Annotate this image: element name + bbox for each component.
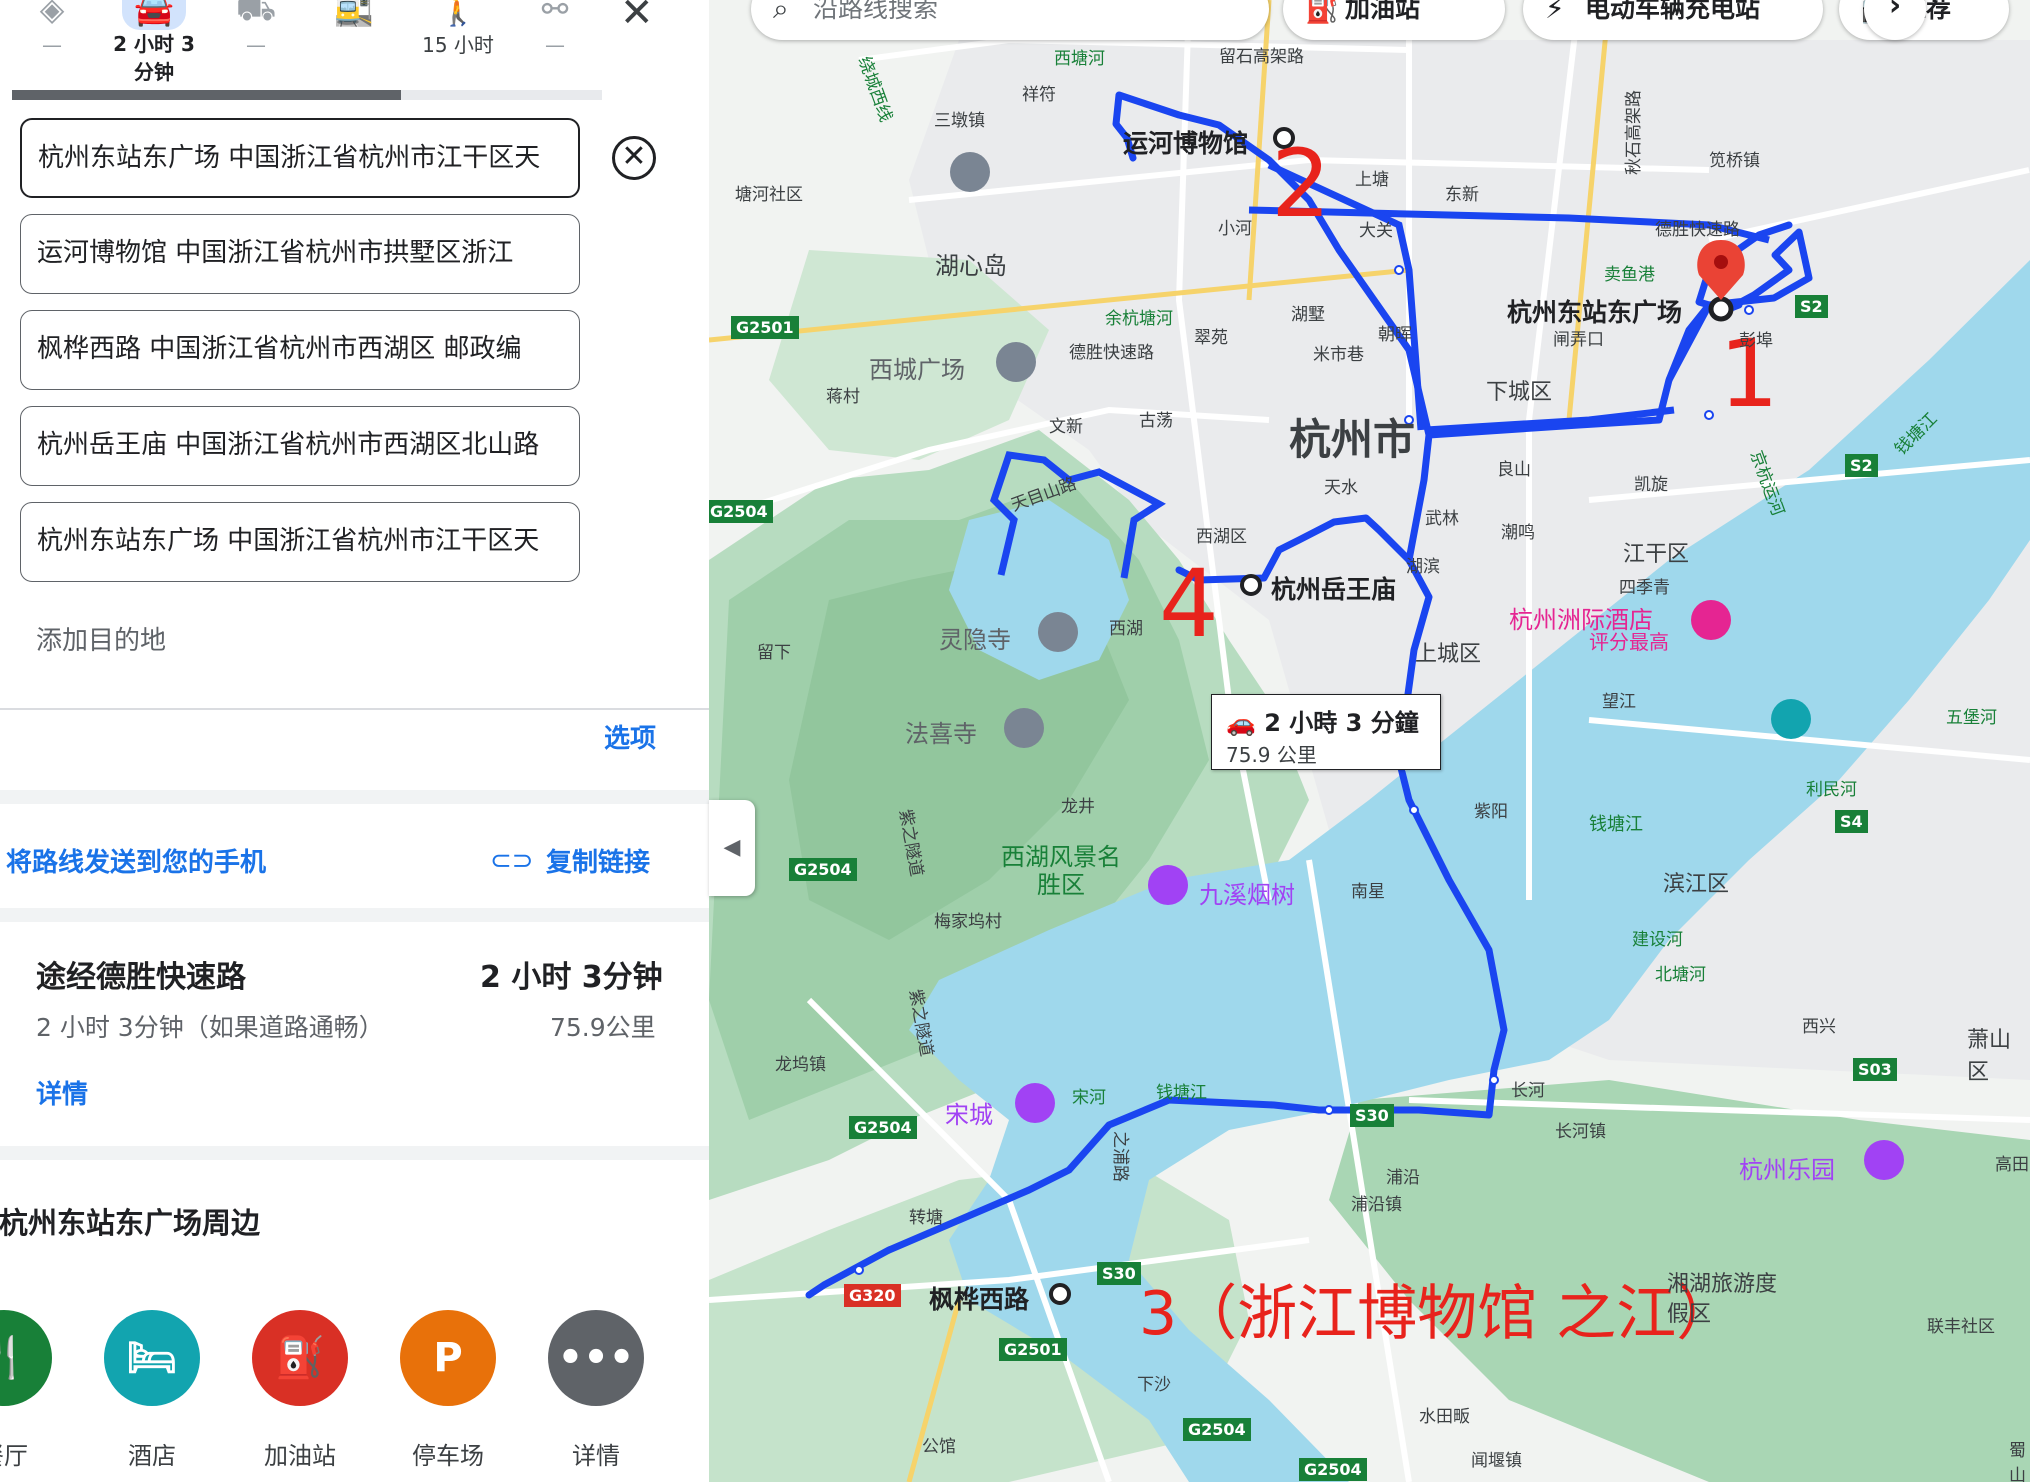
waypoint-input-4[interactable]: 杭州岳王庙 中国浙江省杭州市西湖区北山路 (20, 406, 580, 486)
route-distance: 75.9公里 (550, 1013, 656, 1042)
mode-driving-time: 2 小时 3 分钟 (113, 32, 195, 84)
car-icon: 🚗 (1226, 709, 1256, 737)
gas-station-icon: ⛽ (1305, 0, 1340, 25)
marker-start[interactable] (1708, 296, 1734, 322)
gas-station-button[interactable]: ⛽ (252, 1310, 348, 1406)
mode-walking[interactable]: 🚶 15 小时 (408, 0, 508, 60)
send-to-phone-button[interactable]: 将路线发送到您的手机 (6, 842, 266, 879)
restaurant-button[interactable]: 🍴 (0, 1310, 52, 1406)
route-traffic-note: 2 小时 3分钟（如果道路通畅） (36, 1013, 384, 1042)
section-divider (0, 908, 709, 922)
waypoint-input-3[interactable]: 枫桦西路 中国浙江省杭州市西湖区 邮政编 (20, 310, 580, 390)
waypoint-input-1[interactable]: 杭州东站东广场 中国浙江省杭州市江干区天 (20, 118, 580, 198)
waypoint-input-5[interactable]: 杭州东站东广场 中国浙江省杭州市江干区天 (20, 502, 580, 582)
more-label: 详情 (572, 1442, 620, 1470)
options-button[interactable]: 选项 (604, 718, 656, 755)
add-destination-button[interactable]: 添加目的地 (36, 620, 166, 657)
directions-panel: ◈ — 🚘 2 小时 3 分钟 ⛟ — 🚉 🚶 15 小时 ⚯ — ✕ 杭州东站东… (0, 0, 709, 1482)
marker-waypoint-3[interactable] (1049, 1283, 1071, 1305)
loading-progress-bar (12, 90, 602, 100)
marker-waypoint-4[interactable] (1240, 574, 1262, 596)
more-button[interactable]: ••• (548, 1310, 644, 1406)
section-divider (0, 790, 709, 804)
search-icon: ⌕ (773, 0, 789, 25)
map-view[interactable]: 杭州东站东广场 运河博物馆 枫桦西路 杭州岳王庙 1 2 3（浙江博物馆 之江）… (709, 0, 2030, 1482)
marker-waypoint-2[interactable] (1273, 127, 1295, 149)
copy-link-button[interactable]: 复制链接 (546, 842, 650, 879)
temple-icon[interactable] (1004, 708, 1044, 748)
hotel-icon: 🛏 (126, 1335, 178, 1381)
place-icon[interactable] (996, 342, 1036, 382)
search-along-route-input[interactable]: ⌕ 沿路线搜索 (751, 0, 1269, 40)
walk-icon: 🚶 (438, 0, 478, 28)
bike-icon: ⚯ (541, 0, 569, 28)
waypoint-input-2[interactable]: 运河博物馆 中国浙江省杭州市拱墅区浙江 (20, 214, 580, 294)
parking-button[interactable]: P (400, 1310, 496, 1406)
link-icon[interactable]: ⊂⊃ (490, 846, 534, 876)
nearby-title: 在杭州东站东广场周边 (0, 1206, 261, 1240)
parking-icon: P (433, 1335, 463, 1381)
attraction-icon[interactable] (1864, 1140, 1904, 1180)
ev-charging-icon: ⚡ (1545, 0, 1565, 25)
route-time: 2 小时 3分钟 (480, 960, 663, 995)
temple-icon[interactable] (1038, 612, 1078, 652)
hotel-button[interactable]: 🛏 (104, 1310, 200, 1406)
transit-icon: 🚉 (334, 0, 374, 28)
more-icon: ••• (557, 1335, 635, 1381)
motorcycle-icon: ⛟ (235, 0, 277, 28)
mode-directions[interactable]: ◈ — (22, 0, 82, 60)
directions-icon: ◈ (39, 0, 65, 28)
chip-gas-station[interactable]: ⛽ 加油站 (1283, 0, 1505, 40)
mode-driving[interactable]: 🚘 2 小时 3 分钟 (96, 0, 212, 86)
mode-bike[interactable]: ⚯ — (522, 0, 588, 60)
callout-distance: 75.9 公里 (1226, 743, 1317, 767)
mode-transit[interactable]: 🚉 (324, 0, 384, 30)
route-via-label[interactable]: 途经德胜快速路 (36, 952, 246, 996)
gas-station-icon: ⛽ (275, 1335, 325, 1381)
callout-time: 🚗 2 小時 3 分鐘 (1226, 709, 1419, 737)
parking-label: 停车场 (412, 1442, 484, 1470)
section-divider (0, 1146, 709, 1160)
chevron-left-icon: ◀ (723, 835, 741, 860)
restaurant-label: 餐厅 (0, 1442, 28, 1470)
chip-ev-charging[interactable]: ⚡ 电动车辆充电站 (1523, 0, 1823, 40)
close-icon[interactable]: ✕ (620, 0, 654, 36)
gas-station-label: 加油站 (264, 1442, 336, 1470)
route-details-link[interactable]: 详情 (36, 1074, 88, 1111)
route-info-callout[interactable]: 🚗 2 小時 3 分鐘 75.9 公里 (1211, 694, 1441, 770)
ferry-icon[interactable] (1771, 699, 1811, 739)
remove-waypoint-icon[interactable]: ✕ (612, 136, 656, 180)
attraction-icon[interactable] (1015, 1083, 1055, 1123)
attraction-icon[interactable] (1148, 865, 1188, 905)
map-toolbar: ⌕沿路线搜索 ⛽加油站 ⚡电动车辆充电站 📷推荐 › (709, 0, 2030, 40)
hotel-poi-icon[interactable] (1691, 600, 1731, 640)
hotel-label: 酒店 (128, 1442, 176, 1470)
divider (0, 708, 709, 710)
car-icon: 🚘 (122, 0, 186, 30)
restaurant-icon: 🍴 (0, 1335, 29, 1381)
mode-motorcycle[interactable]: ⛟ — (226, 0, 286, 60)
collapse-panel-button[interactable]: ◀ (709, 800, 755, 896)
school-icon[interactable] (950, 152, 990, 192)
